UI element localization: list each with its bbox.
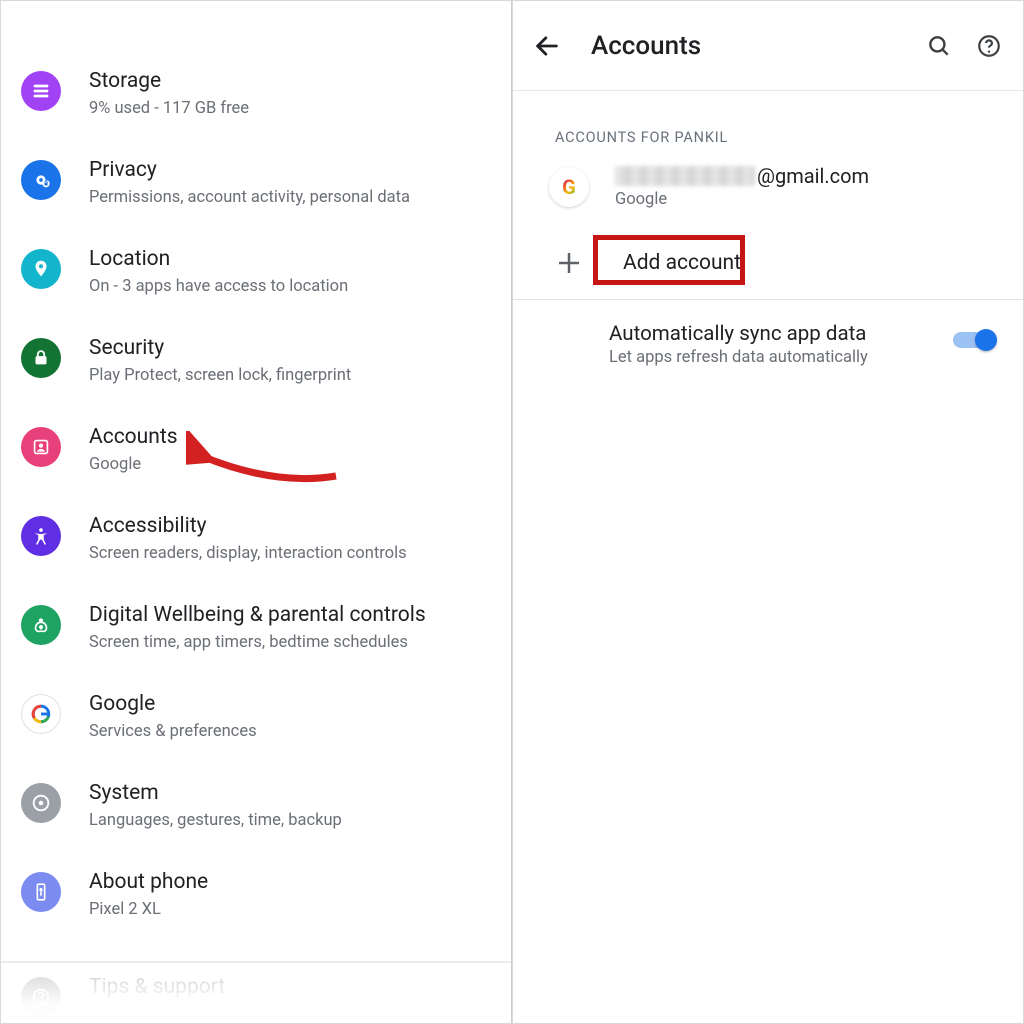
accounts-icon xyxy=(21,427,61,467)
item-subtitle: Screen time, app timers, bedtime schedul… xyxy=(89,632,491,653)
item-title: System xyxy=(89,781,491,806)
item-title: Privacy xyxy=(89,158,491,183)
search-button[interactable] xyxy=(925,33,953,59)
add-account-row[interactable]: Add account xyxy=(513,229,1023,300)
add-account-label: Add account xyxy=(613,245,751,281)
settings-item-accessibility[interactable]: Accessibility Screen readers, display, i… xyxy=(1,514,511,603)
item-title: Google xyxy=(89,692,491,717)
privacy-icon xyxy=(21,160,61,200)
location-icon xyxy=(21,249,61,289)
about-icon xyxy=(21,872,61,912)
page-title: Accounts xyxy=(591,31,903,61)
item-title: Tips & support xyxy=(89,975,390,999)
settings-item-tips[interactable]: Tips & support Help articles, phone & ch… xyxy=(1,963,511,1018)
item-subtitle: Languages, gestures, time, backup xyxy=(89,810,491,831)
settings-item-accounts[interactable]: Accounts Google xyxy=(1,425,511,514)
sync-title: Automatically sync app data xyxy=(609,322,868,346)
redacted-email-prefix xyxy=(615,166,755,186)
item-subtitle: Play Protect, screen lock, fingerprint xyxy=(89,365,491,386)
help-button[interactable] xyxy=(975,33,1003,59)
item-subtitle: On - 3 apps have access to location xyxy=(89,276,491,297)
google-icon xyxy=(21,694,61,734)
item-subtitle: Help articles, phone & chat, getting sta… xyxy=(89,999,390,1018)
settings-item-system[interactable]: System Languages, gestures, time, backup xyxy=(1,781,511,870)
settings-item-security[interactable]: Security Play Protect, screen lock, fing… xyxy=(1,336,511,425)
item-title: About phone xyxy=(89,870,491,895)
item-title: Digital Wellbeing & parental controls xyxy=(89,603,491,628)
settings-item-google[interactable]: Google Services & preferences xyxy=(1,692,511,781)
accounts-header: Accounts xyxy=(513,1,1023,91)
accessibility-icon xyxy=(21,516,61,556)
settings-item-location[interactable]: Location On - 3 apps have access to loca… xyxy=(1,247,511,336)
google-g-glyph: G xyxy=(562,175,576,199)
account-row-google[interactable]: G @gmail.com Google xyxy=(513,164,1023,229)
account-provider: Google xyxy=(615,190,869,209)
item-subtitle: Google xyxy=(89,454,491,475)
item-subtitle: Screen readers, display, interaction con… xyxy=(89,543,491,564)
account-email: @gmail.com xyxy=(615,164,869,188)
settings-item-about[interactable]: About phone Pixel 2 XL xyxy=(1,870,511,959)
item-subtitle: Pixel 2 XL xyxy=(89,899,491,920)
email-suffix: @gmail.com xyxy=(757,164,869,188)
settings-pane: Storage 9% used - 117 GB free Privacy Pe… xyxy=(0,0,512,1024)
item-title: Location xyxy=(89,247,491,272)
settings-item-storage[interactable]: Storage 9% used - 117 GB free xyxy=(1,69,511,158)
back-button[interactable] xyxy=(533,28,563,64)
item-subtitle: Permissions, account activity, personal … xyxy=(89,187,491,208)
item-title: Accounts xyxy=(89,425,491,450)
item-title: Security xyxy=(89,336,491,361)
help-icon xyxy=(21,977,61,1017)
settings-item-wellbeing[interactable]: Digital Wellbeing & parental controls Sc… xyxy=(1,603,511,692)
item-title: Accessibility xyxy=(89,514,491,539)
item-title: Storage xyxy=(89,69,491,94)
sync-row[interactable]: Automatically sync app data Let apps ref… xyxy=(513,300,1023,367)
item-subtitle: Services & preferences xyxy=(89,721,491,742)
accounts-pane: Accounts ACCOUNTS FOR PANKIL G @gmail.co… xyxy=(512,0,1024,1024)
google-badge-icon: G xyxy=(549,167,589,207)
sync-toggle[interactable] xyxy=(953,328,997,352)
system-icon xyxy=(21,783,61,823)
section-label: ACCOUNTS FOR PANKIL xyxy=(513,91,1023,164)
wellbeing-icon xyxy=(21,605,61,645)
sync-subtitle: Let apps refresh data automatically xyxy=(609,348,868,367)
plus-icon xyxy=(551,248,587,278)
settings-item-privacy[interactable]: Privacy Permissions, account activity, p… xyxy=(1,158,511,247)
storage-icon xyxy=(21,71,61,111)
item-subtitle: 9% used - 117 GB free xyxy=(89,98,491,119)
settings-list: Storage 9% used - 117 GB free Privacy Pe… xyxy=(1,1,511,1018)
security-icon xyxy=(21,338,61,378)
